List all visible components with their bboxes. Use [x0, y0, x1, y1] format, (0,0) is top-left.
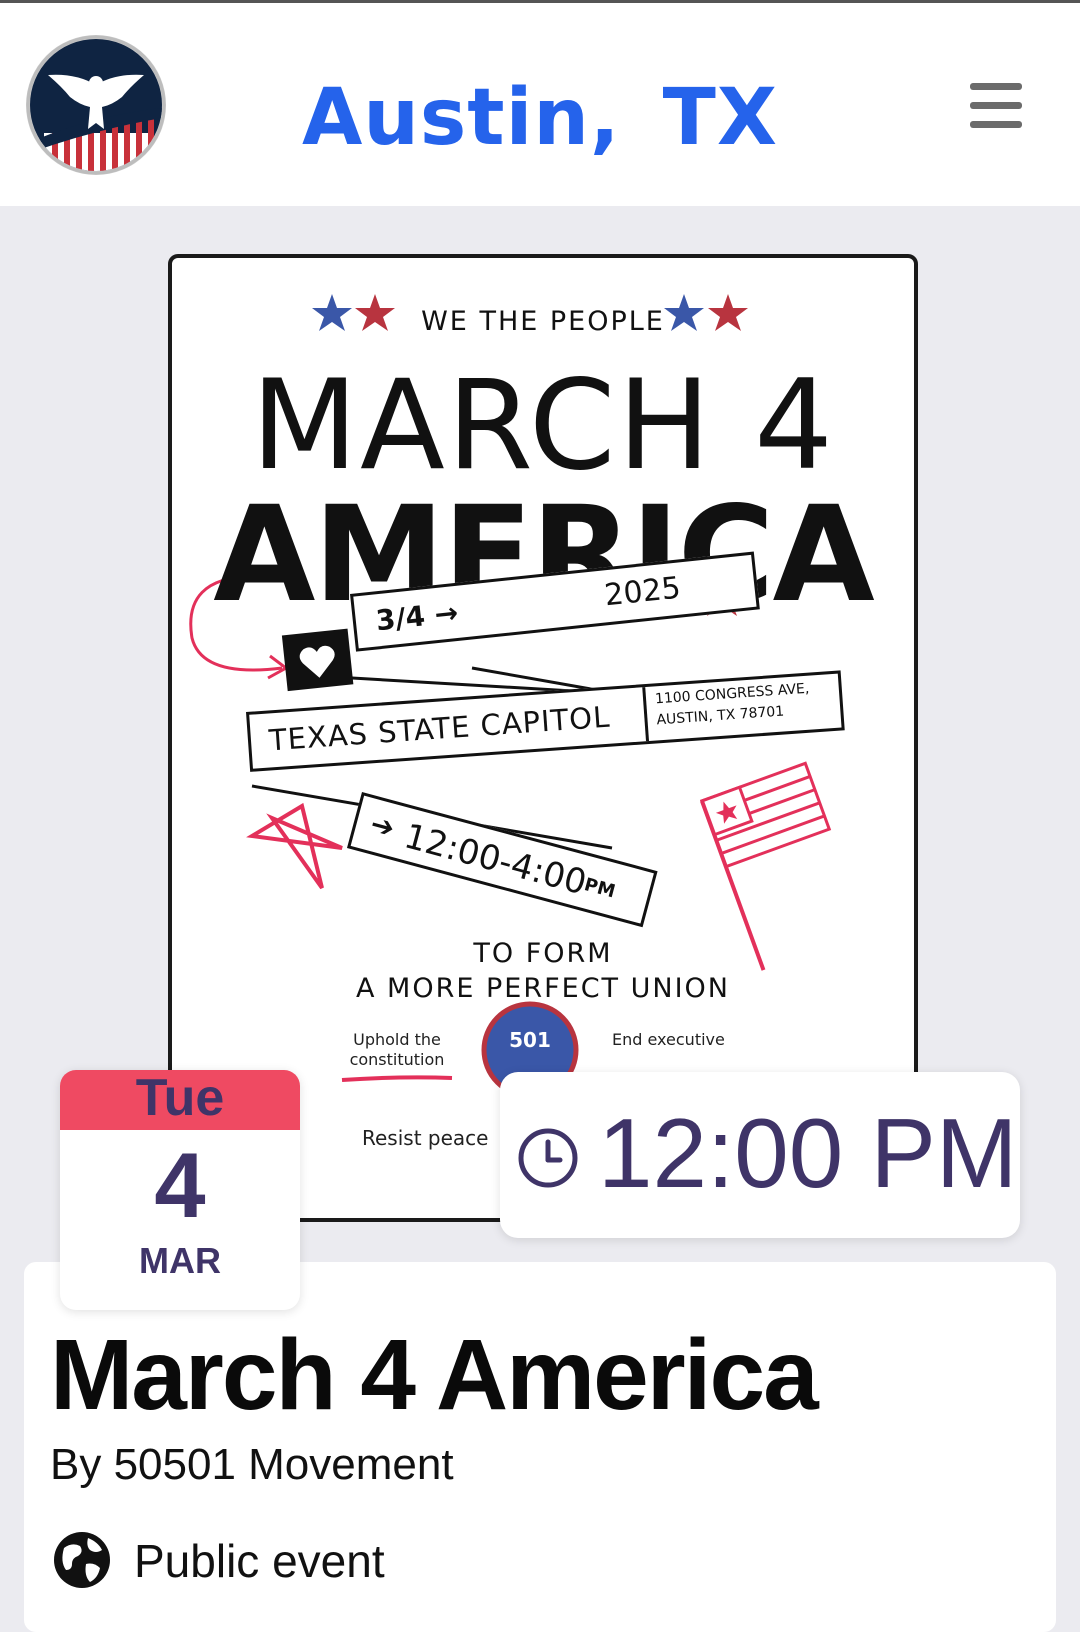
- poster-tagline-line2: A MORE PERFECT UNION: [356, 973, 730, 1004]
- poster-tagline-line1: TO FORM: [473, 938, 613, 969]
- poster-time-suffix: PM: [581, 874, 618, 903]
- hamburger-menu-icon[interactable]: [970, 83, 1022, 129]
- poster-year: 2025: [602, 570, 683, 614]
- date-badge: Tue 4 MAR: [60, 1070, 300, 1310]
- time-badge: 12:00 PM: [500, 1072, 1020, 1238]
- date-month: MAR: [139, 1240, 221, 1281]
- date-day: 4: [154, 1135, 206, 1237]
- poster-badge: 501: [509, 1028, 551, 1052]
- poster-date: 3/4 →: [374, 595, 460, 638]
- event-privacy: Public event: [134, 1535, 385, 1587]
- event-organizer[interactable]: By 50501 Movement: [50, 1440, 454, 1490]
- poster-uphold-line2: constitution: [349, 1050, 445, 1069]
- event-title: March 4 America: [50, 1319, 819, 1431]
- date-weekday: Tue: [135, 1070, 225, 1127]
- event-start-time: 12:00 PM: [598, 1098, 1018, 1208]
- poster-end-exec: End executive: [612, 1030, 725, 1049]
- page-title: Austin, TX: [301, 73, 778, 163]
- poster-uphold-line1: Uphold the: [353, 1030, 441, 1049]
- poster-address-line1: 1100 CONGRESS AVE,: [654, 680, 810, 708]
- poster-address-line2: AUSTIN, TX 78701: [656, 703, 785, 729]
- poster-kicker: WE THE PEOPLE: [421, 306, 665, 337]
- poster-title-line1: MARCH 4: [251, 354, 835, 498]
- poster-resist: Resist peace: [362, 1126, 489, 1150]
- site-header: Austin, TX: [0, 3, 1080, 206]
- globe-icon: [54, 1532, 110, 1588]
- clock-icon: [518, 1128, 578, 1188]
- poster-venue: TEXAS STATE CAPITOL: [267, 699, 612, 758]
